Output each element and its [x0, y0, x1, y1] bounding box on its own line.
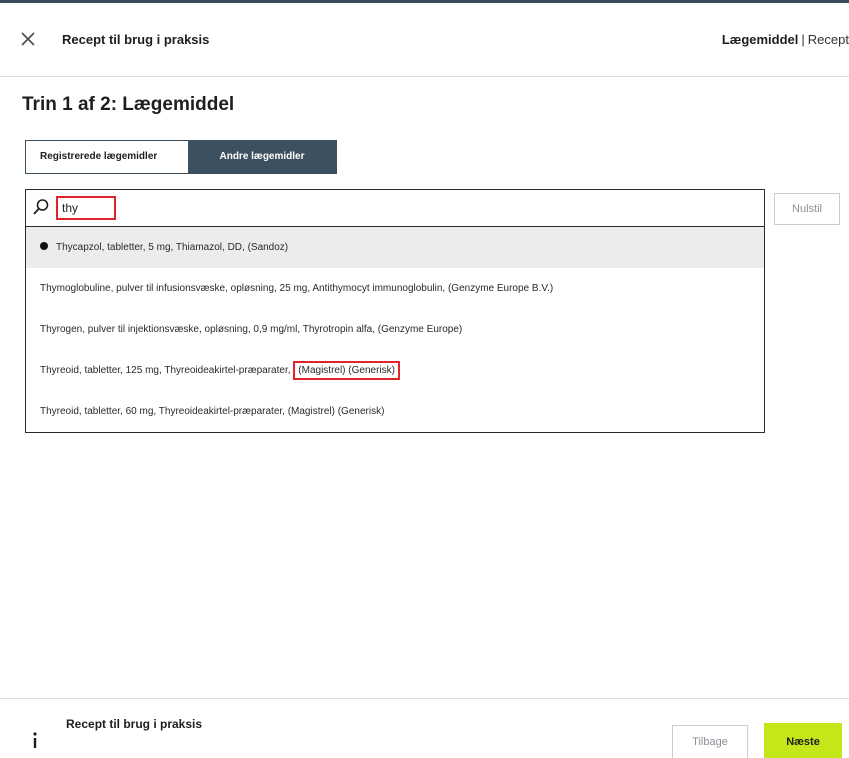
- result-item-label: Thyrogen, pulver til injektionsvæske, op…: [40, 324, 463, 335]
- search-icon: [32, 198, 50, 216]
- breadcrumb-separator: |: [801, 32, 805, 47]
- result-item-label: Thyreoid, tabletter, 125 mg, Thyreoideak…: [40, 365, 291, 376]
- breadcrumb: Lægemiddel | Recept: [722, 32, 849, 47]
- header-title: Recept til brug i praksis: [62, 32, 210, 47]
- footer-title: Recept til brug i praksis: [66, 717, 203, 731]
- page-title: Trin 1 af 2: Lægemiddel: [22, 94, 235, 115]
- result-item-label: Thyreoid, tabletter, 60 mg, Thyreoideaki…: [40, 406, 385, 417]
- search-input[interactable]: [56, 196, 116, 220]
- result-item[interactable]: Thyreoid, tabletter, 60 mg, Thyreoideaki…: [26, 391, 764, 432]
- breadcrumb-item-laegemiddel[interactable]: Lægemiddel: [722, 32, 799, 47]
- search-container: [25, 189, 765, 227]
- breadcrumb-item-recept[interactable]: Recept: [808, 32, 849, 47]
- result-item[interactable]: Thyrogen, pulver til injektionsvæske, op…: [26, 309, 764, 350]
- footer-bar: Recept til brug i praksis Tilbage Næste: [0, 698, 849, 758]
- tab-bar: Registrerede lægemidler Andre lægemidler: [25, 140, 337, 174]
- result-item[interactable]: Thycapzol, tabletter, 5 mg, Thiamazol, D…: [26, 227, 764, 268]
- result-item-label: Thycapzol, tabletter, 5 mg, Thiamazol, D…: [56, 242, 289, 253]
- reset-button[interactable]: Nulstil: [774, 193, 840, 225]
- tab-registrerede[interactable]: Registrerede lægemidler: [26, 141, 188, 173]
- tab-andre[interactable]: Andre lægemidler: [188, 141, 336, 173]
- result-item[interactable]: Thymoglobuline, pulver til infusionsvæsk…: [26, 268, 764, 309]
- header-bar: Recept til brug i praksis Lægemiddel | Rec…: [0, 0, 849, 77]
- info-icon: [24, 729, 46, 751]
- result-item[interactable]: Thyreoid, tabletter, 125 mg, Thyreoideak…: [26, 350, 764, 391]
- next-button[interactable]: Næste: [764, 723, 842, 758]
- search-results-dropdown: Thycapzol, tabletter, 5 mg, Thiamazol, D…: [25, 227, 765, 433]
- selected-bullet-icon: [40, 242, 48, 251]
- result-item-highlight: (Magistrel) (Generisk): [293, 361, 400, 380]
- back-button[interactable]: Tilbage: [672, 725, 748, 758]
- footer-subtitle-divider: [66, 743, 96, 745]
- result-item-label: Thymoglobuline, pulver til infusionsvæsk…: [40, 283, 554, 294]
- close-icon[interactable]: [18, 29, 38, 49]
